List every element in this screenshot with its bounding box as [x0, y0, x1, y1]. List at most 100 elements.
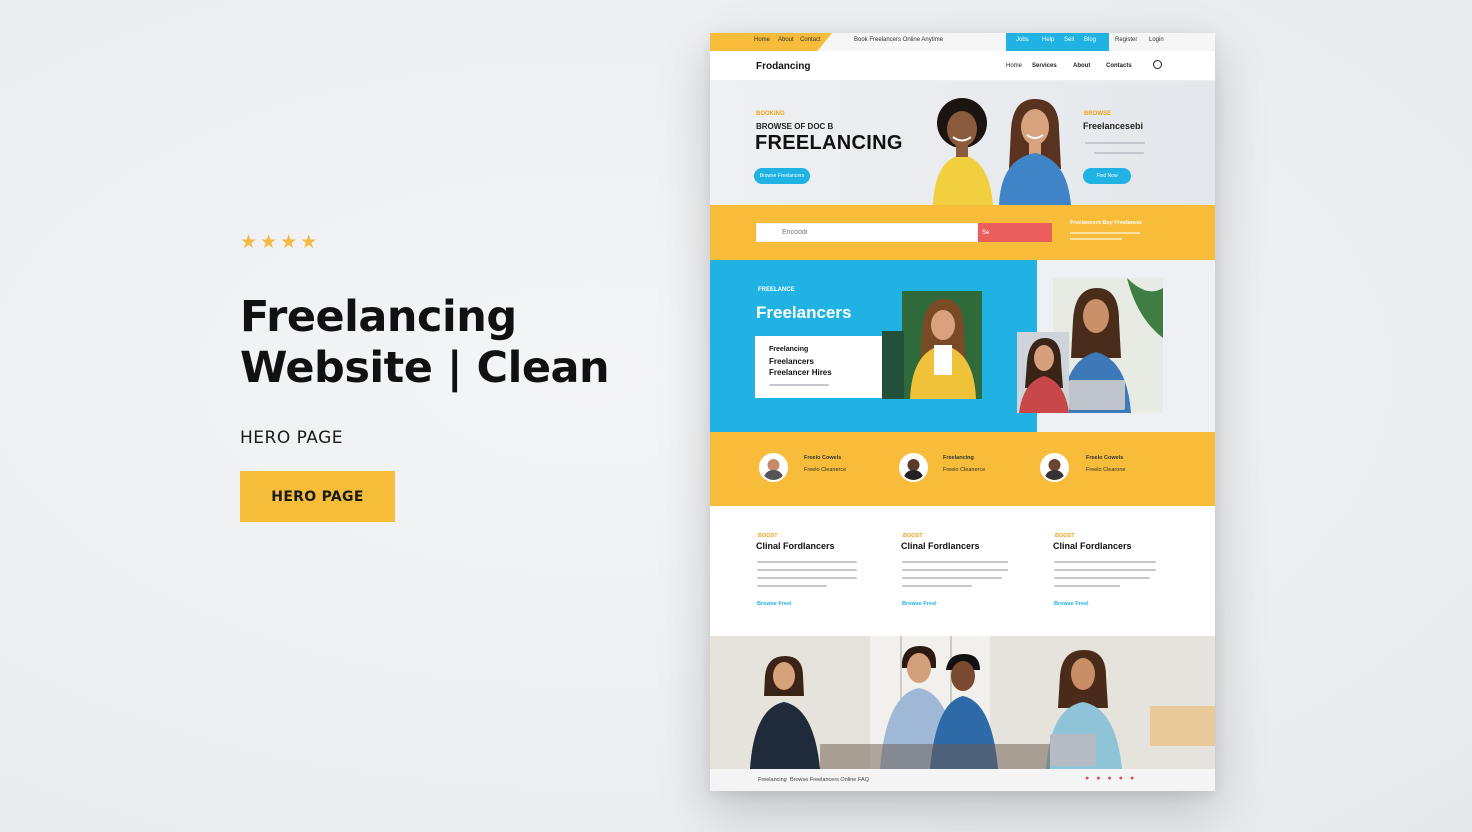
browse-freelancers-button[interactable]: Browse Freelancers [754, 168, 810, 184]
hero-kicker: BOOKING [756, 111, 785, 117]
card-line: Freelancers [769, 357, 814, 366]
feature-kicker: BOOST [903, 533, 923, 539]
hero-people-image [933, 98, 1071, 205]
site-logo[interactable]: Frodancing [756, 61, 810, 72]
footer-link[interactable]: FAQ [858, 777, 869, 783]
main-nav: Frodancing Home Services About Contacts [710, 51, 1215, 81]
footer-link[interactable]: Browse Freelancers Online [790, 777, 856, 783]
feature-link[interactable]: Browse Freel [1054, 601, 1089, 607]
text-placeholder [1094, 152, 1144, 154]
card-line: Freelancing [769, 346, 809, 353]
star-icon: ★ [260, 231, 278, 253]
promo-panel: ★ ★ ★ ★ Freelancing Website | Clean HERO… [240, 232, 640, 522]
stat-name: Freelancing [943, 455, 974, 461]
star-icon: ★ [240, 231, 258, 253]
avatar [759, 453, 788, 482]
footer-link[interactable]: Freelancing [758, 777, 787, 783]
topbar-link[interactable]: Help [1042, 37, 1054, 43]
text-placeholder [902, 561, 1008, 563]
topbar-link[interactable]: Blog [1084, 37, 1096, 43]
hero-section: BOOKING BROWSE OF DOC B FREELANCING Brow… [710, 81, 1215, 205]
promo-title-line: Freelancing [240, 292, 517, 342]
social-icon[interactable]: ● [1130, 775, 1134, 782]
social-icon[interactable]: ● [1085, 775, 1089, 782]
rating-stars: ★ ★ ★ ★ [240, 232, 640, 252]
text-placeholder [769, 384, 829, 386]
text-placeholder [1054, 577, 1150, 579]
text-placeholder [902, 585, 972, 587]
star-icon: ★ [280, 231, 298, 253]
avatar [1040, 453, 1069, 482]
feature-title: Clinal Fordlancers [901, 541, 980, 551]
feature-title: Clinal Fordlancers [756, 541, 835, 551]
social-icons: ● ● ● ● ● [1085, 775, 1134, 782]
stat-value: Freelo Cleanerce [804, 467, 847, 473]
freelancers-kicker: FREELANCE [758, 287, 795, 293]
stats-band: Freelo Cowels Freelo Cleanerce Freelanci… [710, 432, 1215, 506]
website-mockup: Home About Contact Book Freelancers Onli… [710, 33, 1215, 791]
text-placeholder [757, 585, 827, 587]
team-photo-image [710, 636, 1215, 769]
social-icon[interactable]: ● [1107, 775, 1111, 782]
text-placeholder [1054, 569, 1156, 571]
text-placeholder [1070, 238, 1122, 240]
find-now-button[interactable]: Find Now [1083, 168, 1131, 184]
stat-name: Freelo Cowels [1086, 455, 1124, 461]
freelancers-title: Freelancers [756, 303, 852, 322]
text-placeholder [902, 569, 1008, 571]
nav-item-services[interactable]: Services [1032, 63, 1057, 69]
stat-value: Freelo Clearone [1086, 467, 1126, 473]
register-link[interactable]: Register [1115, 37, 1137, 43]
topbar-notice: Book Freelancers Online Anytime [854, 37, 944, 43]
text-placeholder [902, 577, 1002, 579]
topbar-link[interactable]: Contact [800, 37, 821, 43]
nav-item-contacts[interactable]: Contacts [1106, 63, 1132, 69]
star-icon: ★ [300, 231, 318, 253]
hero-title: FREELANCING [755, 132, 903, 154]
hero-right-kicker: BROWSE [1084, 111, 1111, 117]
avatar [899, 453, 928, 482]
stat-name: Freelo Cowels [804, 455, 842, 461]
social-icon[interactable]: ● [1096, 775, 1100, 782]
promo-title-line: Website | Clean [240, 343, 610, 393]
topbar-link[interactable]: Sell [1064, 37, 1074, 43]
social-icon[interactable]: ● [1119, 775, 1123, 782]
topbar-link[interactable]: About [778, 37, 794, 43]
search-side-label: Freelancers Buy Freelancer [1070, 220, 1143, 226]
feature-title: Clinal Fordlancers [1053, 541, 1132, 551]
freelancers-section: FREELANCE Freelancers Freelancing Freela… [710, 260, 1215, 432]
hero-page-button[interactable]: HERO PAGE [240, 471, 395, 522]
text-placeholder [757, 561, 857, 563]
features-section: BOOST Clinal Fordlancers Browse Freel BO… [710, 506, 1215, 636]
topbar-link[interactable]: Home [754, 37, 770, 43]
card-line: Freelancer Hires [769, 368, 832, 377]
feature-kicker: BOOST [758, 533, 778, 539]
search-icon[interactable] [1153, 60, 1162, 69]
login-link[interactable]: Login [1149, 37, 1164, 43]
topbar-link[interactable]: Jobs [1016, 37, 1029, 43]
nav-item-home[interactable]: Home [1006, 63, 1022, 69]
feature-link[interactable]: Browse Freel [757, 601, 792, 607]
text-placeholder [1054, 585, 1120, 587]
search-button[interactable]: Se [978, 223, 1052, 242]
feature-link[interactable]: Browse Freel [902, 601, 937, 607]
promo-title: Freelancing Website | Clean [240, 292, 640, 394]
site-footer: Freelancing Browse Freelancers Online FA… [710, 769, 1215, 791]
text-placeholder [757, 569, 857, 571]
search-band: Se Freelancers Buy Freelancer [710, 205, 1215, 260]
freelancers-card: Freelancing Freelancers Freelancer Hires [755, 336, 883, 398]
team-photo [710, 636, 1215, 769]
text-placeholder [1054, 561, 1156, 563]
freelancers-collage [1017, 278, 1163, 413]
hero-right-title: Freelancesebi [1083, 121, 1144, 131]
text-placeholder [1085, 142, 1145, 144]
nav-item-about[interactable]: About [1073, 63, 1090, 69]
freelancer-photo [882, 291, 982, 399]
hero-tagline: BROWSE OF DOC B [756, 122, 834, 131]
stat-value: Freelo Cleanerce [943, 467, 986, 473]
promo-subtitle: HERO PAGE [240, 428, 344, 448]
text-placeholder [757, 577, 857, 579]
feature-kicker: BOOST [1055, 533, 1075, 539]
search-input[interactable] [756, 223, 978, 242]
text-placeholder [1070, 232, 1140, 234]
